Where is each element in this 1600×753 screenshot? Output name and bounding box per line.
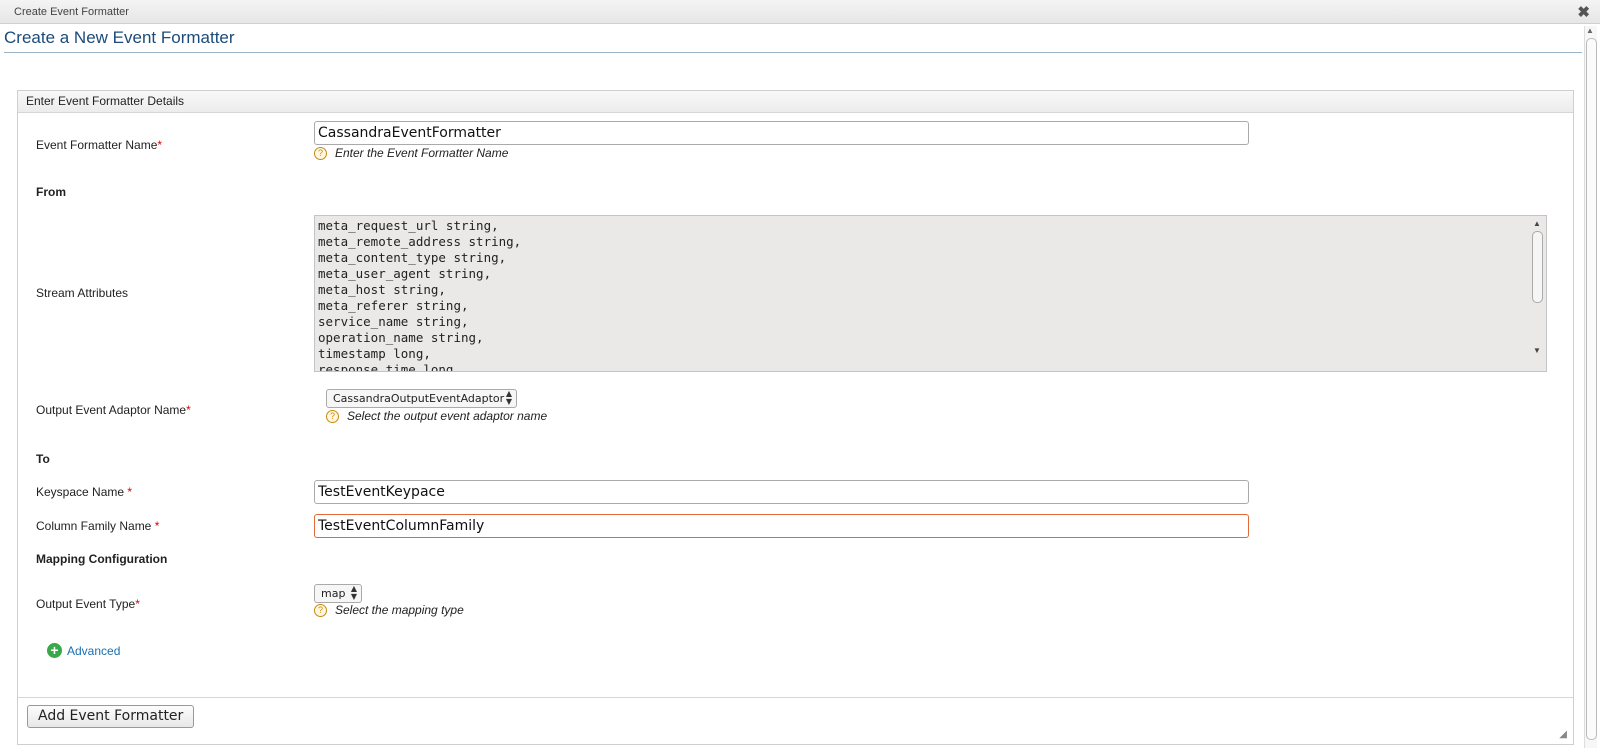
formatter-name-hint: ? Enter the Event Formatter Name [314, 146, 508, 160]
page-heading: Create a New Event Formatter [4, 26, 1582, 53]
keyspace-input[interactable] [314, 480, 1249, 504]
advanced-link[interactable]: Advanced [67, 644, 120, 658]
output-type-label: Output Event Type* [36, 597, 140, 611]
page-scrollbar[interactable]: ▲ [1584, 26, 1597, 748]
stream-attributes-label: Stream Attributes [36, 286, 129, 300]
question-icon: ? [314, 603, 327, 617]
resize-grip-icon[interactable]: ◢ [1559, 729, 1567, 740]
adaptor-select-value: CassandraOutputEventAdaptor [333, 392, 505, 405]
question-icon: ? [326, 409, 339, 423]
panel-title: Enter Event Formatter Details [18, 91, 1573, 113]
close-icon[interactable]: ✖ [1577, 3, 1590, 21]
column-family-input[interactable] [314, 514, 1249, 538]
scroll-down-icon[interactable]: ▼ [1533, 346, 1541, 355]
section-from: From [36, 185, 66, 199]
select-arrows-icon: ▲ ▼ [350, 584, 357, 601]
keyspace-label: Keyspace Name * [36, 485, 133, 499]
window-title: Create Event Formatter [14, 6, 129, 18]
window-titlebar: Create Event Formatter ✖ [0, 0, 1600, 24]
advanced-toggle[interactable]: + Advanced [47, 643, 120, 658]
section-to: To [36, 452, 50, 466]
textarea-scrollbar[interactable]: ▲ ▼ [1531, 219, 1543, 367]
scroll-up-icon[interactable]: ▲ [1586, 26, 1594, 35]
add-event-formatter-button[interactable]: Add Event Formatter [27, 705, 195, 728]
section-mapping: Mapping Configuration [36, 552, 168, 566]
details-panel: Enter Event Formatter Details Event Form… [17, 90, 1574, 745]
page-title: Create a New Event Formatter [4, 28, 235, 47]
page-scrollbar-thumb[interactable] [1586, 38, 1597, 740]
output-type-select[interactable]: map ▲ ▼ [314, 584, 362, 603]
column-family-label: Column Family Name * [36, 519, 160, 533]
question-icon: ? [314, 146, 327, 160]
scroll-up-icon[interactable]: ▲ [1533, 219, 1541, 228]
stream-attributes-textarea[interactable]: meta_request_url string, meta_remote_add… [314, 215, 1547, 372]
output-type-select-value: map [321, 587, 346, 600]
adaptor-hint: ? Select the output event adaptor name [326, 409, 547, 423]
formatter-name-label: Event Formatter Name* [36, 138, 163, 152]
output-type-hint: ? Select the mapping type [314, 603, 464, 617]
plus-circle-icon[interactable]: + [47, 643, 62, 658]
panel-footer: Add Event Formatter ◢ [18, 697, 1573, 744]
select-arrows-icon: ▲ ▼ [505, 389, 512, 406]
stream-attributes-text: meta_request_url string, meta_remote_add… [318, 218, 522, 372]
adaptor-name-label: Output Event Adaptor Name* [36, 403, 191, 417]
textarea-scrollbar-thumb[interactable] [1532, 231, 1543, 303]
formatter-name-input[interactable] [314, 121, 1249, 145]
adaptor-select[interactable]: CassandraOutputEventAdaptor ▲ ▼ [326, 389, 517, 408]
